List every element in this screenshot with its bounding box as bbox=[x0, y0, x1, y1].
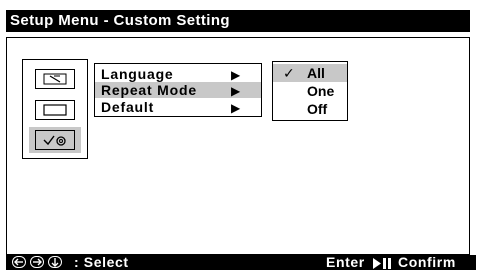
language-screen-icon bbox=[35, 69, 75, 89]
footer-help-bar: : Select Enter Confirm bbox=[6, 255, 476, 270]
category-language-button[interactable] bbox=[29, 66, 81, 92]
checkmark-icon: ✓ bbox=[283, 65, 295, 81]
submenu-arrow-icon: ▶ bbox=[231, 84, 242, 98]
option-off[interactable]: Off bbox=[273, 100, 347, 118]
submenu-arrow-icon: ▶ bbox=[231, 68, 242, 82]
left-arrow-key-icon bbox=[12, 256, 26, 268]
menu-item-label: Repeat Mode bbox=[101, 82, 197, 98]
submenu-arrow-icon: ▶ bbox=[231, 101, 242, 115]
option-label: All bbox=[307, 65, 325, 81]
setting-menu: Language ▶ Repeat Mode ▶ Default ▶ bbox=[94, 63, 262, 117]
confirm-hint: Confirm bbox=[398, 254, 456, 270]
right-arrow-key-icon bbox=[30, 256, 44, 268]
option-label: One bbox=[307, 83, 335, 99]
menu-item-default[interactable]: Default ▶ bbox=[95, 99, 261, 115]
title-bar: Setup Menu - Custom Setting bbox=[6, 10, 470, 32]
menu-item-repeat-mode[interactable]: Repeat Mode ▶ bbox=[95, 82, 261, 98]
menu-item-language[interactable]: Language ▶ bbox=[95, 66, 261, 82]
down-arrow-key-icon bbox=[48, 256, 62, 268]
category-display-button[interactable] bbox=[29, 97, 81, 123]
window-title: Setup Menu - Custom Setting bbox=[10, 12, 230, 29]
option-label: Off bbox=[307, 101, 328, 117]
option-one[interactable]: One bbox=[273, 82, 347, 100]
custom-setting-icon bbox=[35, 130, 75, 150]
option-all[interactable]: ✓ All bbox=[273, 64, 347, 82]
enter-hint: Enter bbox=[326, 254, 365, 270]
menu-item-label: Language bbox=[101, 66, 174, 82]
category-custom-button[interactable] bbox=[29, 127, 81, 153]
menu-item-label: Default bbox=[101, 99, 155, 115]
repeat-mode-options: ✓ All One Off bbox=[272, 61, 348, 121]
category-column bbox=[22, 59, 88, 159]
select-hint: : Select bbox=[74, 254, 129, 270]
display-screen-icon bbox=[35, 100, 75, 120]
